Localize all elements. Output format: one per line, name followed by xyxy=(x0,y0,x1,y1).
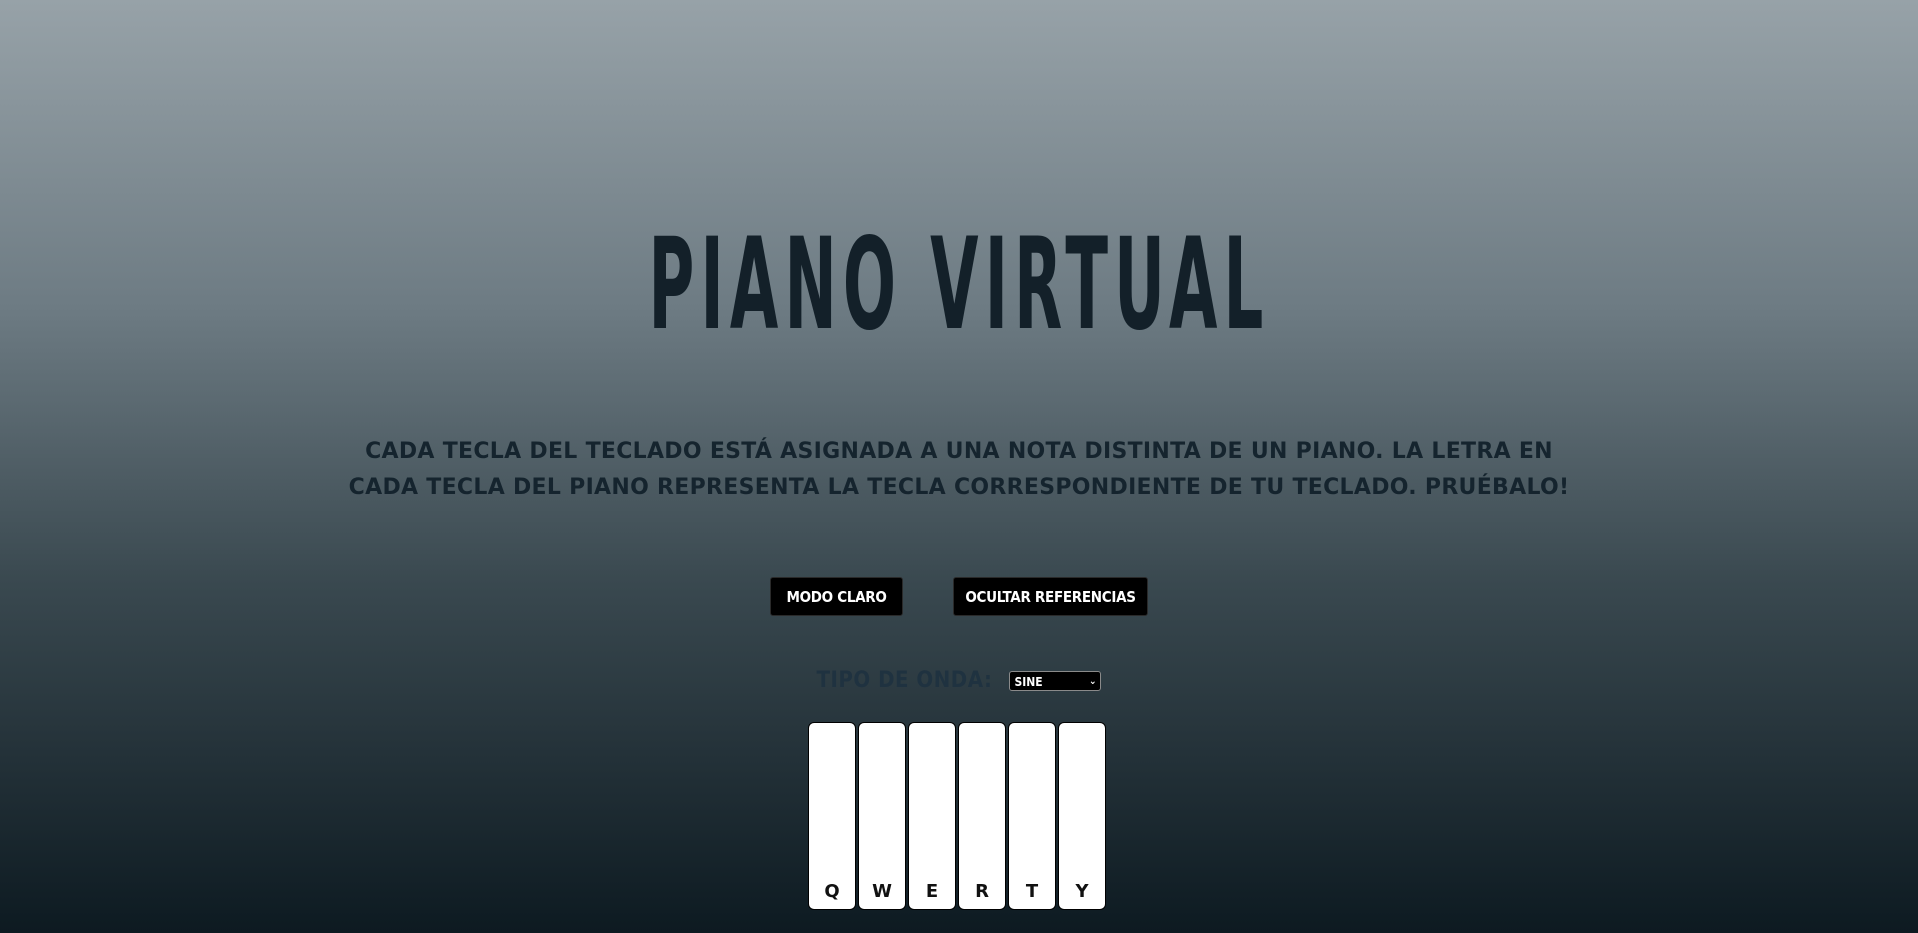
wave-type-value: sine xyxy=(1014,674,1043,689)
instructions-text: Cada tecla del teclado está asignada a u… xyxy=(348,439,1570,500)
key-letter: T xyxy=(1025,881,1039,902)
piano-key-w[interactable]: W xyxy=(858,722,906,910)
piano-keyboard: Q W E R T Y xyxy=(808,722,1106,912)
key-letter: Q xyxy=(824,881,840,902)
light-mode-button[interactable]: Modo claro xyxy=(770,577,903,616)
wave-type-row: Tipo de onda: sine ⌄ xyxy=(0,668,1918,702)
key-letter: E xyxy=(925,881,939,902)
chevron-down-icon: ⌄ xyxy=(1088,675,1097,687)
piano-key-e[interactable]: E xyxy=(908,722,956,910)
key-letter: R xyxy=(975,881,989,902)
page: Piano Virtual Cada tecla del teclado est… xyxy=(0,0,1918,933)
key-letter: W xyxy=(872,881,892,902)
piano-key-t[interactable]: T xyxy=(1008,722,1056,910)
piano-key-r[interactable]: R xyxy=(958,722,1006,910)
piano-key-y[interactable]: Y xyxy=(1058,722,1106,910)
key-letter: Y xyxy=(1075,881,1089,902)
wave-type-select[interactable]: sine ⌄ xyxy=(1009,670,1102,691)
piano-key-q[interactable]: Q xyxy=(808,722,856,910)
wave-type-label: Tipo de onda: xyxy=(816,668,993,693)
page-title: Piano Virtual xyxy=(648,211,1270,359)
hide-references-button[interactable]: Ocultar referencias xyxy=(953,577,1148,616)
